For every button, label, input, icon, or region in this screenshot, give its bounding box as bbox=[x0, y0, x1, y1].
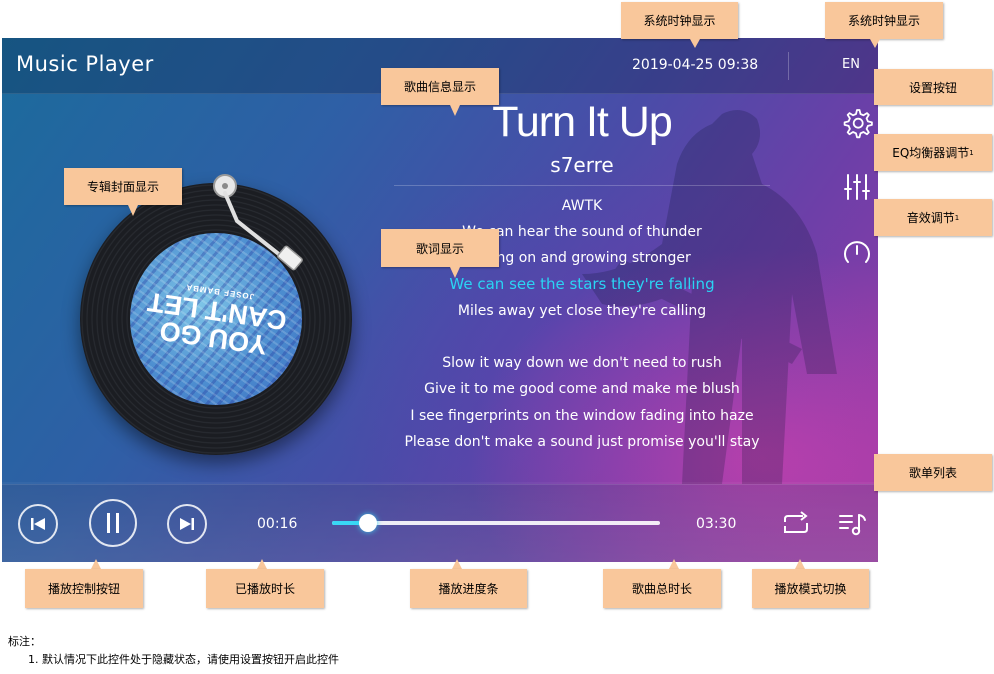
total-time: 03:30 bbox=[696, 516, 737, 532]
callout-elapsed: 已播放时长 bbox=[206, 569, 324, 608]
lyric-line: Give it to me good come and make me blus… bbox=[424, 381, 740, 397]
callout-song-info: 歌曲信息显示 bbox=[381, 68, 499, 105]
pause-icon bbox=[107, 513, 119, 533]
lyric-line: Please don't make a sound just promise y… bbox=[404, 434, 760, 450]
callout-effects-footnote: 1 bbox=[954, 213, 960, 222]
playback-control-bar: 00:16 03:30 bbox=[2, 484, 878, 562]
system-clock: 2019-04-25 09:38 bbox=[632, 57, 759, 73]
callout-progress: 播放进度条 bbox=[410, 569, 527, 608]
elapsed-time: 00:16 bbox=[257, 516, 298, 532]
previous-button[interactable] bbox=[18, 504, 58, 544]
callout-eq-label: EQ均衡器调节 bbox=[892, 146, 970, 160]
callout-progress-pointer bbox=[452, 559, 462, 569]
callout-song-info-pointer bbox=[450, 105, 460, 116]
lyric-line-active: We can see the stars they're falling bbox=[449, 275, 715, 293]
callout-mode-pointer bbox=[795, 559, 805, 569]
callout-settings: 设置按钮 bbox=[874, 69, 992, 105]
callout-album-pointer bbox=[128, 205, 138, 216]
callout-language: 系统时钟显示 bbox=[825, 2, 943, 39]
callout-lyrics: 歌词显示 bbox=[381, 229, 499, 267]
playlist-icon[interactable] bbox=[838, 511, 868, 537]
repeat-icon[interactable] bbox=[781, 511, 811, 537]
skip-previous-icon bbox=[31, 518, 45, 530]
lyric-line: Slow it way down we don't need to rush bbox=[442, 355, 722, 371]
song-artist: s7erre bbox=[550, 153, 614, 177]
lyric-line: Miles away yet close they're calling bbox=[457, 303, 707, 319]
app-title: Music Player bbox=[16, 52, 154, 76]
progress-bar[interactable] bbox=[332, 514, 660, 532]
lyric-line: AWTK bbox=[561, 198, 603, 214]
notes-item-1: 1. 默认情况下此控件处于隐藏状态，请使用设置按钮开启此控件 bbox=[28, 653, 339, 666]
notes-heading: 标注： bbox=[8, 635, 41, 648]
callout-controls-pointer bbox=[91, 559, 101, 569]
callout-clock-pointer bbox=[690, 39, 700, 48]
tonearm-icon bbox=[213, 174, 303, 271]
sound-effect-button[interactable] bbox=[840, 236, 874, 270]
callout-lyrics-pointer bbox=[450, 267, 460, 278]
next-button[interactable] bbox=[167, 504, 207, 544]
callout-playlist: 歌单列表 bbox=[874, 454, 992, 491]
callout-effects-label: 音效调节 bbox=[906, 211, 955, 225]
callout-controls: 播放控制按钮 bbox=[25, 569, 143, 608]
callout-elapsed-pointer bbox=[257, 559, 267, 569]
callout-eq-footnote: 1 bbox=[969, 148, 974, 157]
progress-knob[interactable] bbox=[359, 514, 378, 532]
callout-total: 歌曲总时长 bbox=[603, 569, 721, 608]
callout-eq: EQ均衡器调节 1 bbox=[874, 134, 992, 171]
song-info-divider bbox=[394, 185, 770, 186]
top-divider bbox=[788, 52, 789, 80]
callout-language-pointer bbox=[870, 39, 880, 48]
callout-total-pointer bbox=[669, 559, 679, 569]
song-title: Turn It Up bbox=[492, 98, 673, 146]
skip-next-icon bbox=[180, 518, 194, 530]
equalizer-icon bbox=[844, 174, 870, 200]
callout-effects: 音效调节 1 bbox=[874, 199, 992, 236]
pause-button[interactable] bbox=[89, 499, 137, 547]
settings-button[interactable] bbox=[840, 105, 874, 139]
music-player-window: Music Player 2019-04-25 09:38 EN YOU GO … bbox=[2, 38, 878, 562]
lyric-line: I see fingerprints on the window fading … bbox=[410, 408, 754, 424]
language-toggle[interactable]: EN bbox=[842, 57, 860, 72]
callout-album: 专辑封面显示 bbox=[64, 168, 182, 205]
eq-button[interactable] bbox=[840, 170, 874, 204]
gear-icon bbox=[843, 109, 873, 139]
dial-icon bbox=[844, 241, 870, 263]
callout-clock: 系统时钟显示 bbox=[621, 2, 738, 39]
callout-mode: 播放模式切换 bbox=[752, 569, 869, 608]
